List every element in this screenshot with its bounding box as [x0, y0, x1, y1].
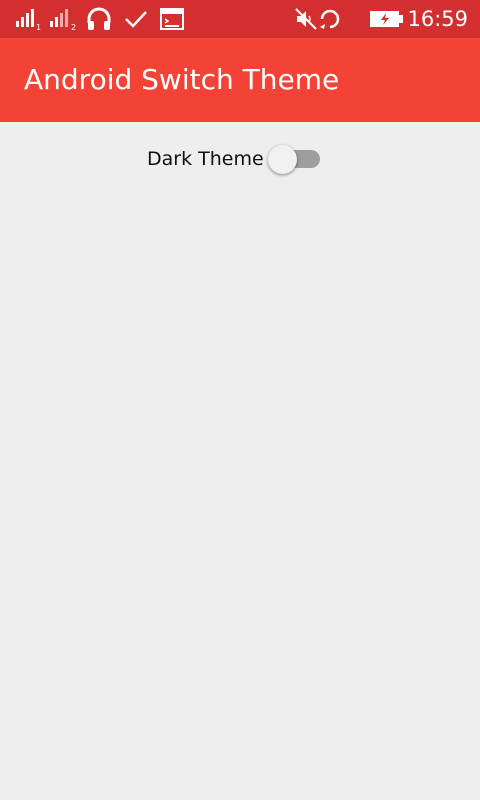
- content-area: Dark Theme: [0, 122, 480, 800]
- sim1-index: 1: [36, 23, 41, 31]
- screen-icon: [160, 0, 184, 38]
- status-time: 16:59: [407, 7, 468, 31]
- signal-sim1-icon: 1: [16, 0, 42, 38]
- headphones-icon: [86, 0, 112, 38]
- sync-icon: [318, 0, 342, 38]
- switch-thumb[interactable]: [267, 145, 297, 174]
- sim2-index: 2: [71, 23, 76, 31]
- battery-charging-icon: [370, 0, 404, 38]
- dark-theme-row: Dark Theme: [147, 144, 324, 174]
- status-bar: 1 2 16:59: [0, 0, 480, 38]
- dark-theme-switch[interactable]: [267, 144, 324, 174]
- app-bar: Android Switch Theme: [0, 38, 480, 122]
- app-title: Android Switch Theme: [24, 63, 340, 96]
- signal-sim2-icon: 2: [50, 0, 78, 38]
- check-icon: [124, 0, 148, 38]
- mute-icon: [294, 0, 318, 38]
- dark-theme-label: Dark Theme: [147, 148, 264, 170]
